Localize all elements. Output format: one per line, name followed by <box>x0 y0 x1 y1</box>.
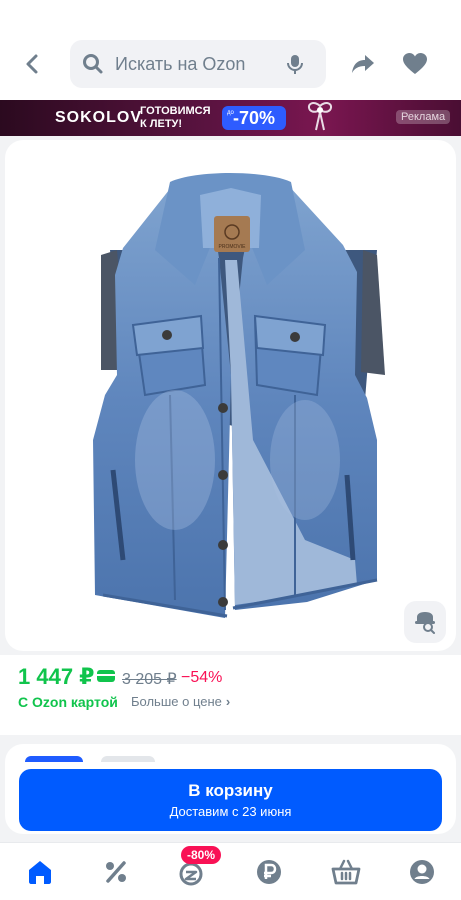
search-icon <box>83 54 103 74</box>
more-about-price-link[interactable]: Больше о цене › <box>131 694 230 709</box>
ozon-card-icon <box>97 670 115 682</box>
home-icon <box>29 861 51 884</box>
more-about-price-label: Больше о цене <box>131 694 222 709</box>
search-input[interactable]: Искать на Ozon <box>70 40 326 88</box>
cart-icon <box>331 859 361 885</box>
discount-percent: −54% <box>181 669 223 686</box>
variant-tab-active[interactable] <box>25 756 83 762</box>
share-icon <box>352 55 374 73</box>
banner-promo-line1: ГОТОВИМСЯ <box>140 105 211 117</box>
fresh-badge: -80% <box>181 846 222 864</box>
banner-promo-line2: К ЛЕТУ! <box>140 118 183 130</box>
banner-brand: SOKOLOV <box>55 109 143 126</box>
product-image-card[interactable]: PROMOVIE <box>5 140 456 651</box>
ozon-card-label: С Ozon картой <box>18 694 118 710</box>
mic-icon[interactable] <box>284 53 306 75</box>
variant-tab[interactable] <box>101 756 155 762</box>
bottom-nav <box>0 842 461 900</box>
top-bar: Искать на Ozon <box>0 0 461 100</box>
favorite-button[interactable] <box>397 46 433 82</box>
visual-search-button[interactable] <box>404 601 446 643</box>
old-price: 3 205 ₽ <box>122 671 177 688</box>
product-image: PROMOVIE <box>93 173 385 618</box>
back-button[interactable] <box>15 46 51 82</box>
nav-profile[interactable] <box>406 856 438 888</box>
delivery-date: Доставим с 23 июня <box>169 804 292 819</box>
banner-sale-prefix: до <box>227 110 234 116</box>
chevron-right-icon: › <box>225 694 231 709</box>
nav-discounts[interactable] <box>100 856 132 888</box>
nav-finance[interactable] <box>253 856 285 888</box>
banner-sale: -70% <box>232 107 276 128</box>
profile-icon <box>410 860 434 884</box>
ad-label[interactable]: Реклама <box>396 110 451 124</box>
share-button[interactable] <box>345 46 381 82</box>
add-to-cart-label: В корзину <box>188 781 273 800</box>
search-placeholder: Искать на Ozon <box>115 54 246 74</box>
back-icon <box>26 54 38 74</box>
nav-home[interactable] <box>24 856 56 888</box>
label-text: PROMOVIE <box>219 244 247 250</box>
ruble-icon <box>257 860 281 884</box>
visual-search-icon <box>415 612 435 634</box>
banner-promo: ГОТОВИМСЯ К ЛЕТУ! <box>140 105 211 131</box>
nav-cart[interactable] <box>330 856 362 888</box>
heart-icon <box>403 53 427 74</box>
ad-banner[interactable]: SOKOLOV ГОТОВИМСЯ К ЛЕТУ! -70% до Реклам… <box>0 100 461 136</box>
percent-icon <box>106 861 126 883</box>
jewelry-image <box>308 102 332 131</box>
add-to-cart-button[interactable]: В корзину Доставим с 23 июня <box>19 769 442 831</box>
current-price: 1 447 ₽ <box>18 664 95 689</box>
